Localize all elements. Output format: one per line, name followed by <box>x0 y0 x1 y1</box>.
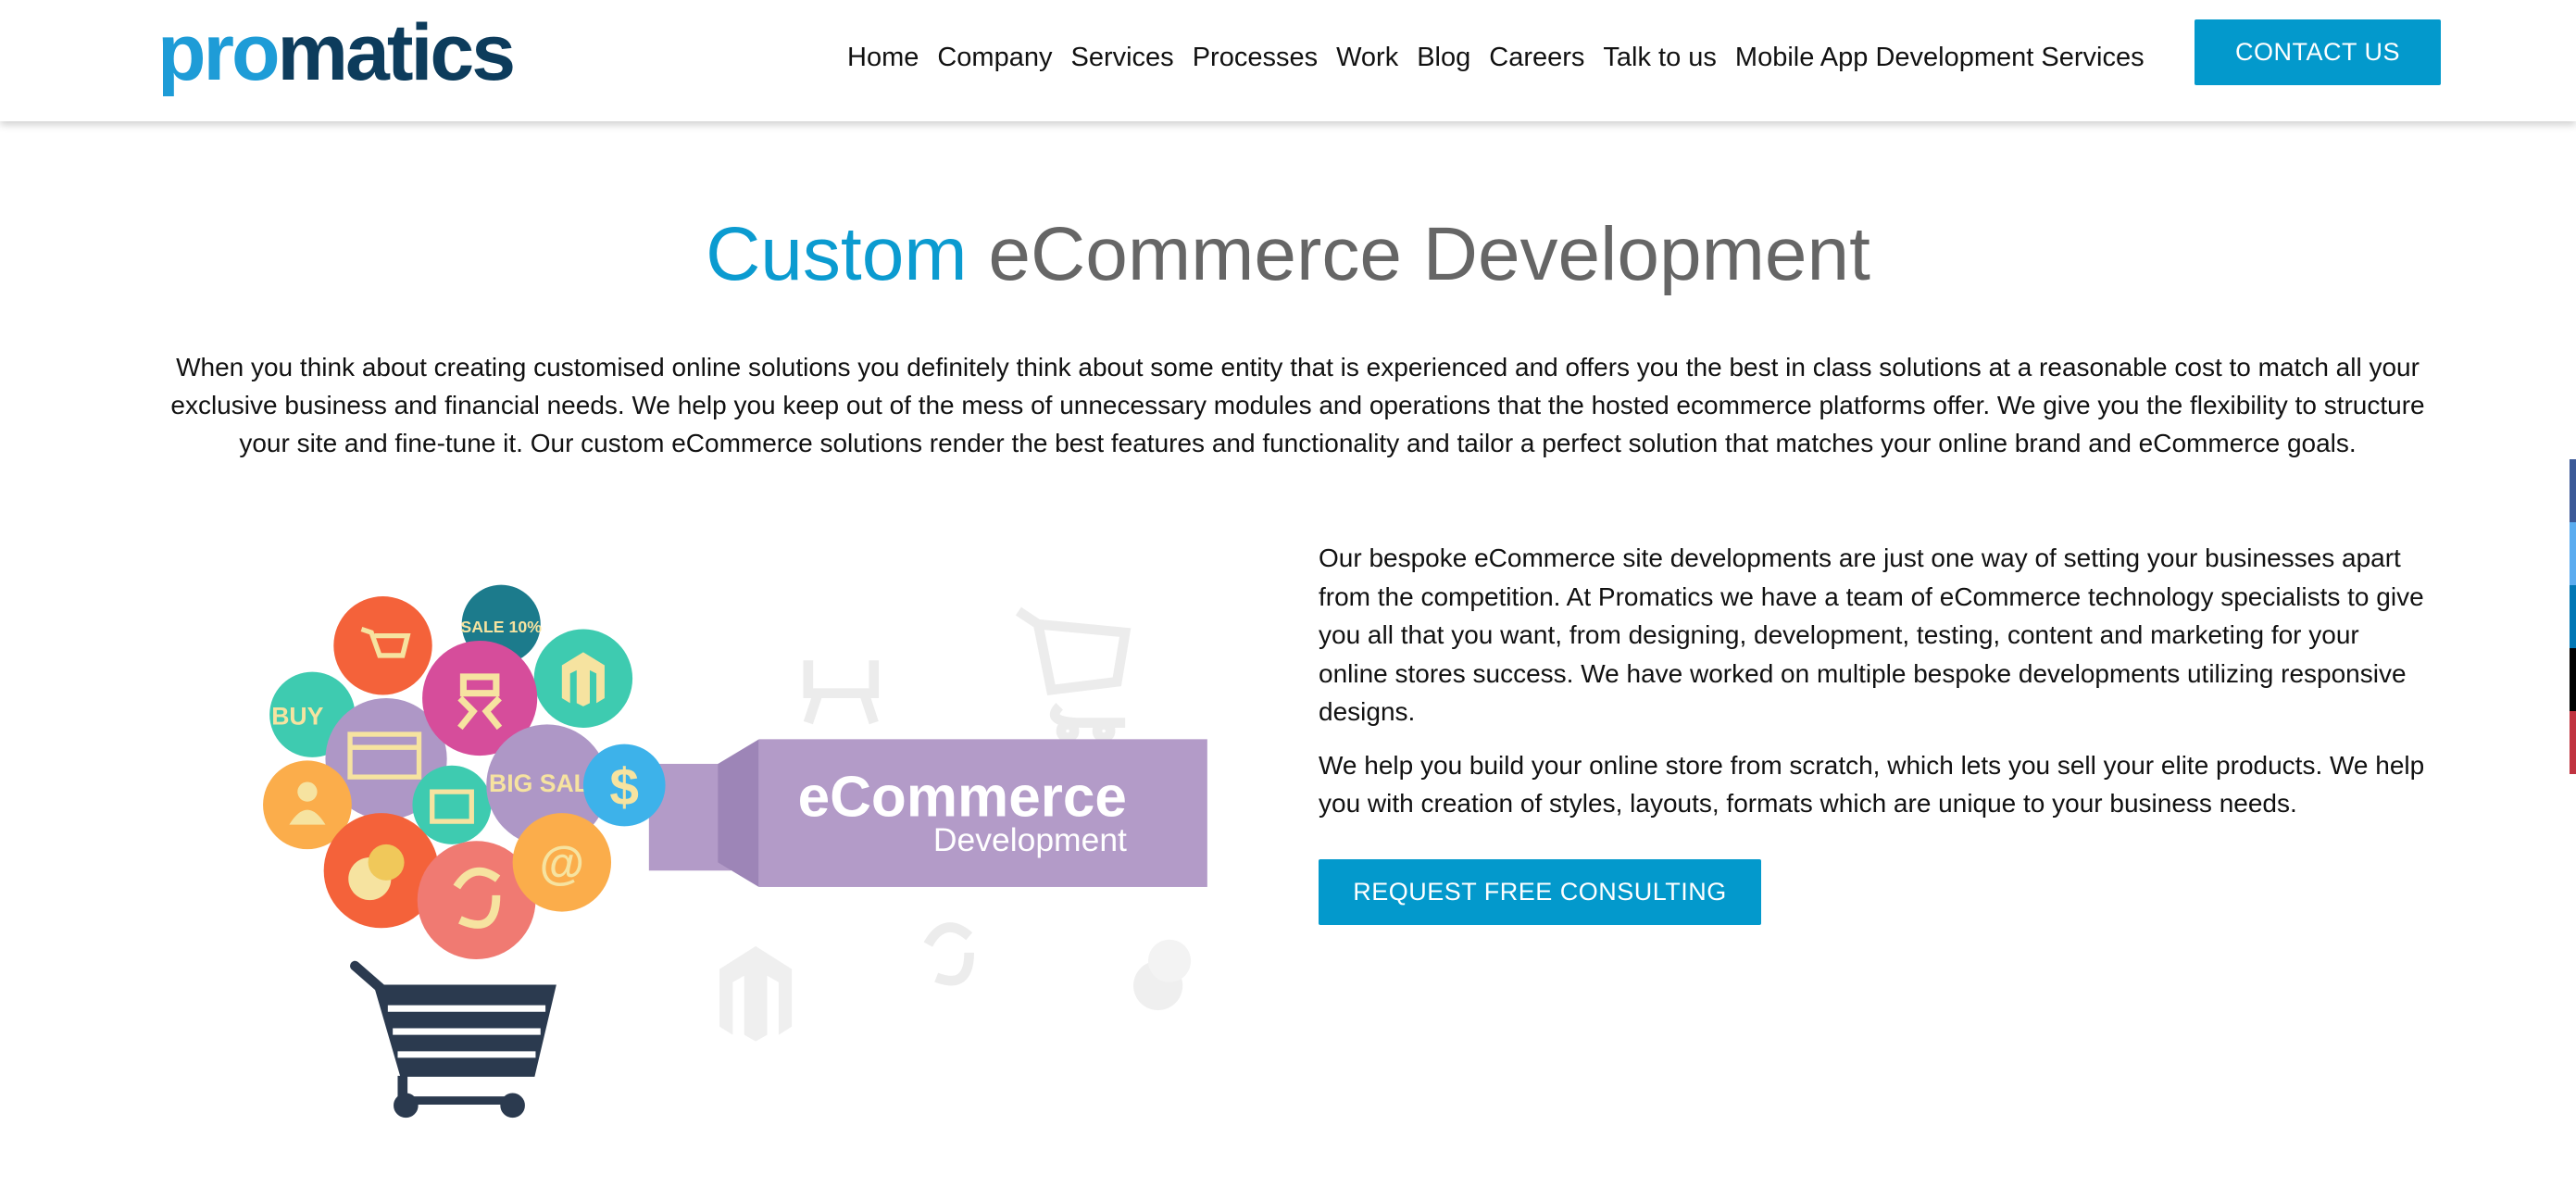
nav-talk-to-us[interactable]: Talk to us <box>1603 37 1717 78</box>
main-nav: Home Company Services Processes Work Blo… <box>847 37 2145 78</box>
request-free-consulting-button[interactable]: REQUEST FREE CONSULTING <box>1319 859 1761 925</box>
svg-text:@: @ <box>540 837 584 889</box>
page-title: Custom eCommerce Development <box>706 212 1870 296</box>
faded-magento-icon <box>719 945 793 1042</box>
promatics-logo[interactable]: promatics <box>157 2 516 104</box>
nav-careers[interactable]: Careers <box>1489 37 1584 78</box>
nav-company[interactable]: Company <box>937 37 1052 78</box>
bubbles: SALE 10% BUY BIG SALE $ @ <box>263 584 666 960</box>
facebook-icon[interactable] <box>2570 459 2576 522</box>
description-paragraph: We help you build your online store from… <box>1319 750 2425 819</box>
nav-work[interactable]: Work <box>1336 37 1398 78</box>
svg-text:SALE 10%: SALE 10% <box>460 618 542 636</box>
svg-text:$: $ <box>609 758 639 817</box>
site-header: promatics Home Company Services Processe… <box>0 0 2576 121</box>
faded-cart-icon <box>1015 606 1132 728</box>
svg-text:BUY: BUY <box>271 702 323 730</box>
social-share-bar <box>2570 459 2576 774</box>
nav-mobile-app-development[interactable]: Mobile App Development Services <box>1735 37 2145 78</box>
description-paragraph: Our bespoke eCommerce site developments … <box>1319 544 2424 726</box>
contact-us-button[interactable]: CONTACT US <box>2195 19 2441 85</box>
linkedin-icon[interactable] <box>2570 585 2576 648</box>
shopping-cart-icon <box>350 960 556 1119</box>
nav-blog[interactable]: Blog <box>1417 37 1470 78</box>
tumblr-icon[interactable] <box>2570 648 2576 711</box>
description-column: Our bespoke eCommerce site developments … <box>1319 539 2430 838</box>
ecommerce-illustration: eCommerce Development SALE 10% BUY BIG S… <box>263 584 1207 1119</box>
banner-subtitle: Development <box>933 821 1127 858</box>
ecommerce-banner: eCommerce Development <box>648 739 1207 887</box>
banner-title: eCommerce <box>798 766 1127 830</box>
faded-swirl-icon <box>923 922 974 986</box>
cart-bubble <box>333 596 432 695</box>
pinterest-icon[interactable] <box>2570 711 2576 774</box>
intro-paragraph: When you think about creating customised… <box>170 353 2425 457</box>
nav-processes[interactable]: Processes <box>1193 37 1318 78</box>
twitter-icon[interactable] <box>2570 522 2576 585</box>
nav-services[interactable]: Services <box>1070 37 1173 78</box>
nav-home[interactable]: Home <box>847 37 919 78</box>
faded-basket-icon <box>803 660 880 725</box>
